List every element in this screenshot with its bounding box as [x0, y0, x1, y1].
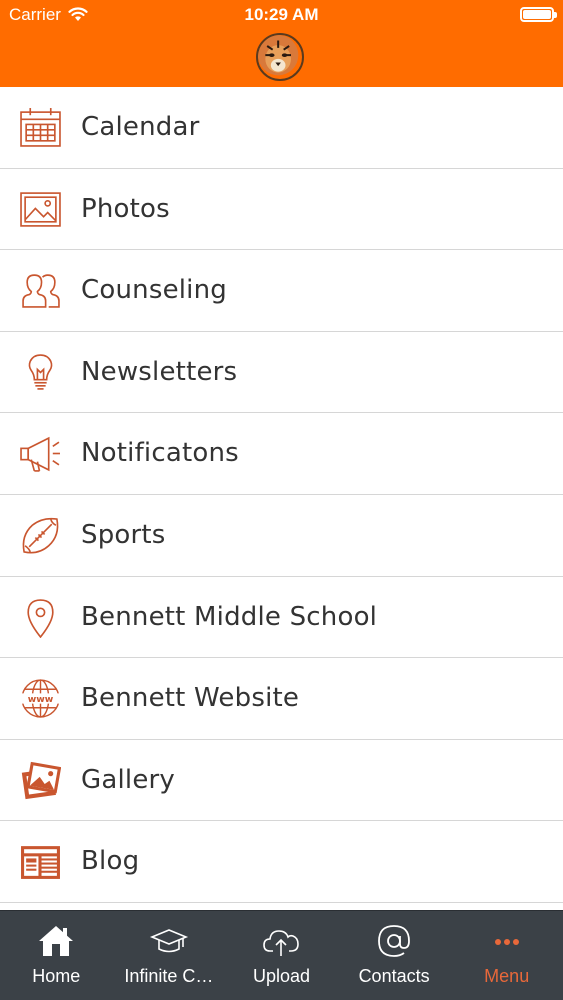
more-dots-icon [487, 923, 527, 959]
app-header: Carrier 10:29 AM [0, 0, 563, 87]
menu-item-label: Bennett Middle School [81, 601, 378, 632]
newspaper-icon [20, 841, 61, 882]
cloud-upload-icon [261, 923, 301, 959]
menu-item-label: Photos [81, 193, 170, 224]
tab-menu[interactable]: Menu [450, 911, 563, 1000]
menu-item-label: Bennett Website [81, 683, 300, 714]
football-icon [20, 515, 61, 556]
clock: 10:29 AM [244, 5, 319, 24]
tab-contacts[interactable]: Contacts [338, 911, 451, 1000]
svg-text:www: www [28, 694, 54, 705]
menu-item-label: Gallery [81, 764, 175, 795]
people-icon [20, 270, 61, 311]
menu-item-label: Counseling [81, 275, 227, 306]
tab-upload[interactable]: Upload [225, 911, 338, 1000]
tiger-logo [256, 33, 304, 81]
menu-item-blog[interactable]: Blog [0, 821, 563, 903]
menu-item-label: Newsletters [81, 356, 238, 387]
menu-item-calendar[interactable]: Calendar [0, 87, 563, 169]
status-bar: Carrier 10:29 AM [0, 0, 563, 30]
menu-item-newsletters[interactable]: Newsletters [0, 332, 563, 414]
menu-item-notifications[interactable]: Notificatons [0, 413, 563, 495]
menu-item-label: Sports [81, 519, 166, 550]
menu-item-bennett-middle-school[interactable]: Bennett Middle School [0, 577, 563, 659]
tab-label: Upload [252, 966, 310, 986]
battery-icon [520, 7, 557, 22]
tab-label: Contacts [358, 966, 430, 986]
tab-label: Home [32, 966, 81, 986]
menu-item-sports[interactable]: Sports [0, 495, 563, 577]
tab-label: Infinite C… [124, 966, 214, 986]
menu-item-label: Blog [81, 846, 140, 877]
tab-bar: Home Infinite C… Upload Contacts Menu [0, 910, 563, 1000]
gallery-icon [20, 760, 61, 801]
globe-www-icon: www [20, 678, 61, 719]
at-sign-icon [374, 923, 414, 959]
home-icon [36, 923, 76, 959]
tab-infinite-campus[interactable]: Infinite C… [113, 911, 226, 1000]
menu-item-counseling[interactable]: Counseling [0, 250, 563, 332]
megaphone-icon [20, 433, 61, 474]
menu-item-label: Notificatons [81, 438, 239, 469]
menu-item-bennett-website[interactable]: www Bennett Website [0, 658, 563, 740]
calendar-icon [20, 107, 61, 148]
map-pin-icon [20, 597, 61, 638]
menu-item-photos[interactable]: Photos [0, 169, 563, 251]
lightbulb-icon [20, 352, 61, 393]
photo-icon [20, 189, 61, 230]
tab-home[interactable]: Home [0, 911, 113, 1000]
menu-item-gallery[interactable]: Gallery [0, 740, 563, 822]
menu-list: Calendar Photos Counseling Newsletters N… [0, 87, 563, 903]
tab-label: Menu [484, 966, 530, 986]
menu-item-label: Calendar [81, 112, 200, 142]
graduation-cap-icon [149, 923, 189, 959]
